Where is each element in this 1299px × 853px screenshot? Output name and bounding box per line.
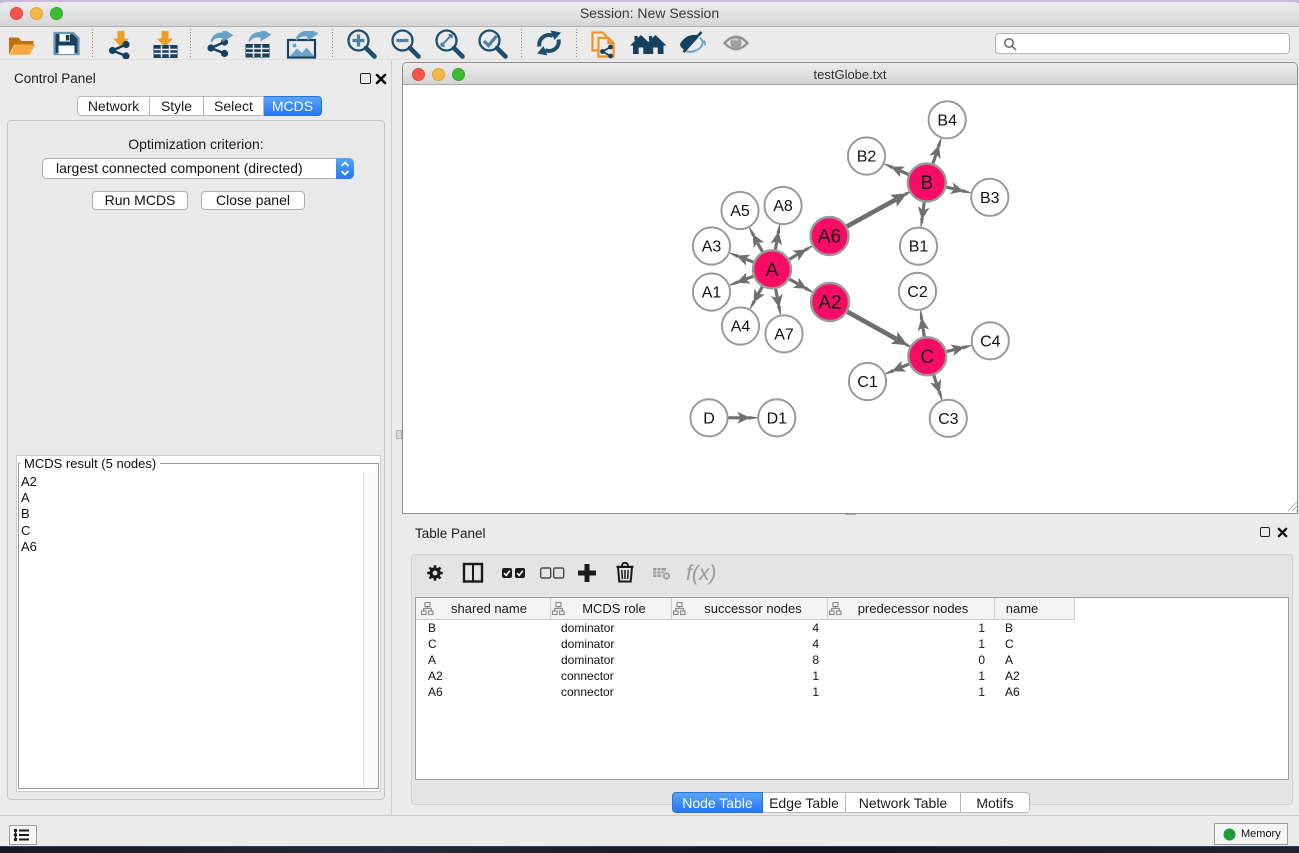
svg-text:1: 1 — [812, 685, 819, 699]
svg-text:C4: C4 — [980, 333, 1001, 350]
svg-text:C: C — [1005, 637, 1014, 651]
svg-text:D1: D1 — [767, 410, 788, 427]
svg-text:dominator: dominator — [561, 621, 614, 635]
svg-text:A8: A8 — [773, 198, 793, 215]
svg-text:1: 1 — [812, 669, 819, 683]
svg-text:A: A — [766, 260, 779, 281]
svg-text:dominator: dominator — [561, 653, 614, 667]
svg-text:C3: C3 — [938, 411, 959, 428]
svg-text:4: 4 — [812, 621, 819, 635]
svg-text:A6: A6 — [818, 227, 841, 248]
svg-text:A2: A2 — [428, 669, 443, 683]
svg-text:C: C — [920, 347, 934, 368]
svg-text:A: A — [1005, 653, 1013, 667]
svg-text:A2: A2 — [818, 293, 841, 314]
svg-text:A1: A1 — [702, 285, 722, 302]
svg-text:B: B — [1005, 621, 1013, 635]
svg-text:MCDS role: MCDS role — [582, 601, 646, 616]
svg-text:dominator: dominator — [561, 637, 614, 651]
svg-text:D: D — [703, 410, 715, 427]
svg-text:4: 4 — [812, 637, 819, 651]
svg-text:A5: A5 — [730, 203, 750, 220]
svg-text:A2: A2 — [1005, 669, 1020, 683]
svg-text:B: B — [428, 621, 436, 635]
svg-text:A4: A4 — [731, 319, 751, 336]
svg-text:connector: connector — [561, 669, 614, 683]
svg-text:B4: B4 — [937, 112, 957, 129]
svg-text:A: A — [428, 653, 436, 667]
svg-text:shared name: shared name — [451, 601, 527, 616]
svg-text:successor nodes: successor nodes — [704, 601, 802, 616]
svg-text:B2: B2 — [857, 149, 877, 166]
svg-text:C2: C2 — [907, 284, 928, 301]
svg-text:predecessor nodes: predecessor nodes — [858, 601, 969, 616]
svg-text:A6: A6 — [1005, 685, 1020, 699]
svg-text:1: 1 — [978, 669, 985, 683]
svg-text:B3: B3 — [980, 190, 1000, 207]
svg-text:1: 1 — [978, 637, 985, 651]
svg-text:C1: C1 — [857, 374, 878, 391]
svg-text:C: C — [428, 637, 437, 651]
svg-text:8: 8 — [812, 653, 819, 667]
svg-text:connector: connector — [561, 685, 614, 699]
svg-text:A6: A6 — [428, 685, 443, 699]
svg-text:B: B — [920, 173, 933, 194]
svg-text:f(x): f(x) — [686, 562, 716, 585]
svg-text:1: 1 — [978, 685, 985, 699]
svg-text:1: 1 — [978, 621, 985, 635]
svg-text:0: 0 — [978, 653, 985, 667]
svg-text:A3: A3 — [702, 239, 722, 256]
svg-text:A7: A7 — [774, 326, 794, 343]
svg-text:B1: B1 — [909, 239, 929, 256]
svg-text:name: name — [1006, 601, 1039, 616]
